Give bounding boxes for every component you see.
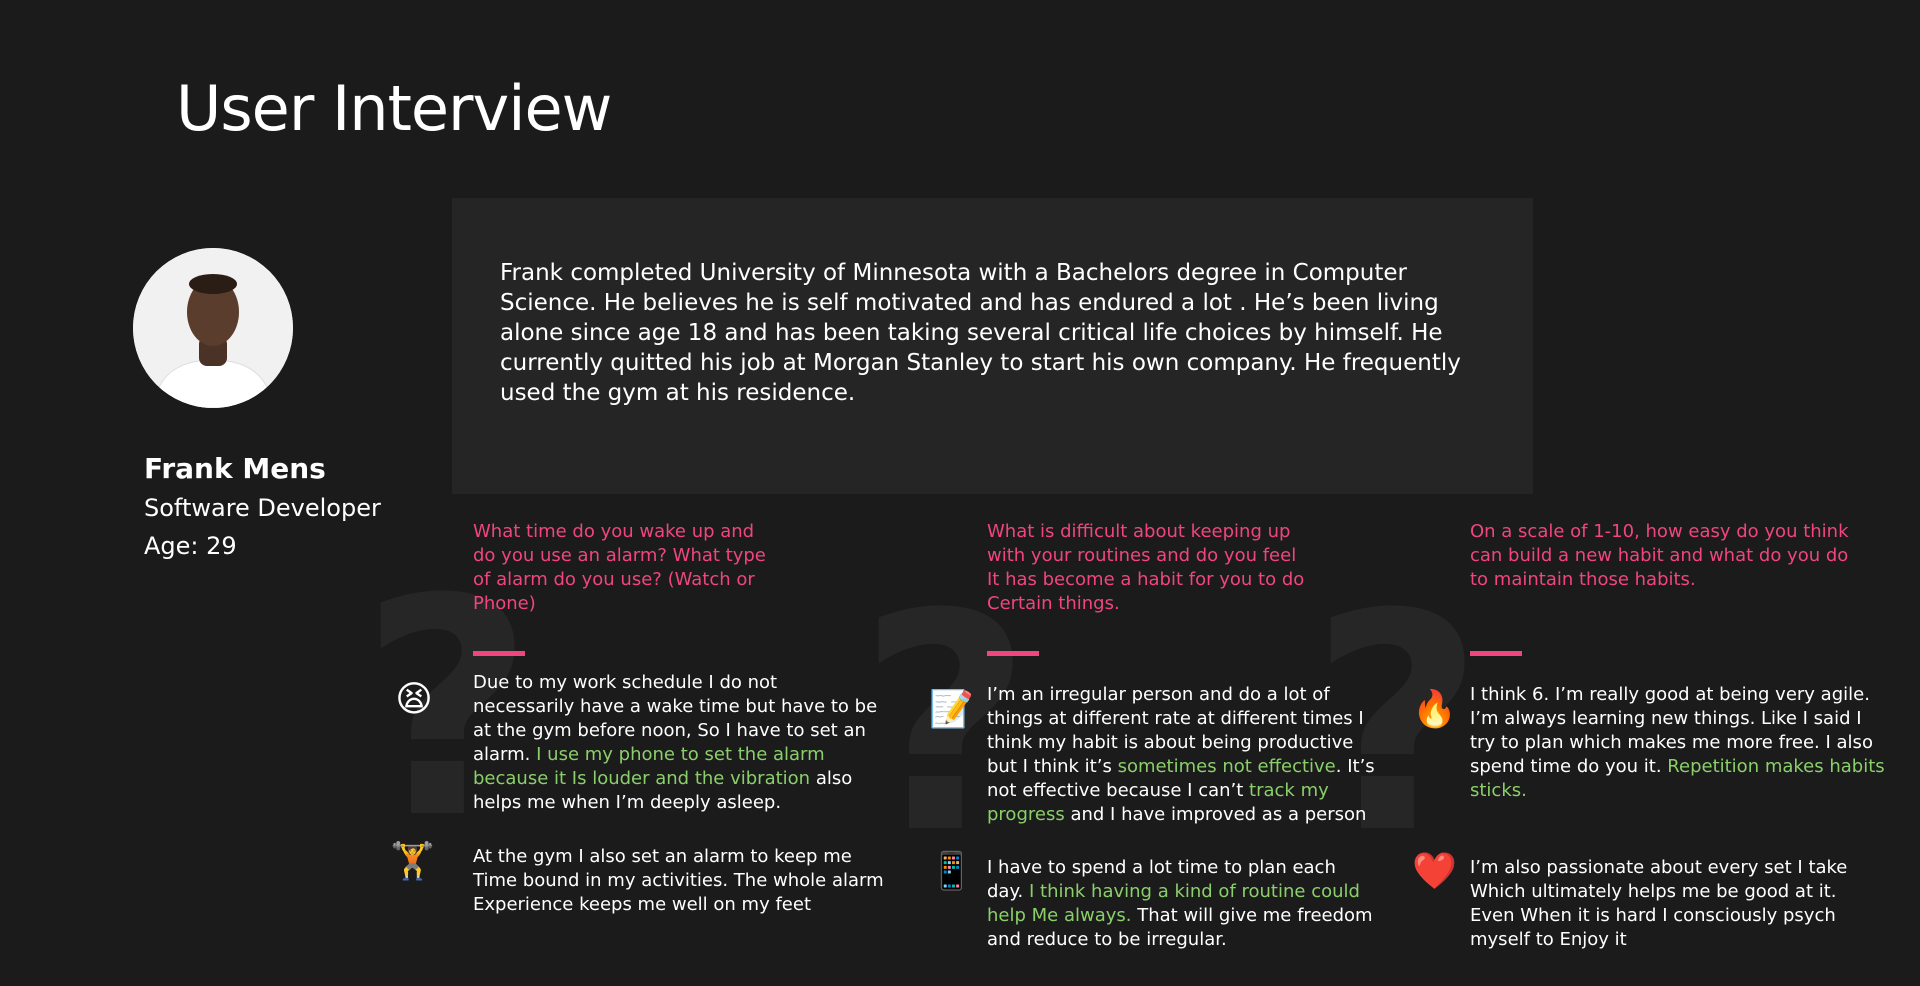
- tired-face-icon: 😫: [395, 679, 433, 720]
- question-2: What is difficult about keeping up with …: [987, 521, 1305, 614]
- answer-1-1: Due to my work schedule I do not necessa…: [473, 671, 883, 815]
- person-photo-icon: [133, 248, 293, 408]
- answer-highlight: sometimes not effective: [1117, 756, 1336, 777]
- fire-icon: 🔥: [1412, 689, 1457, 730]
- bio-text: Frank completed University of Minnesota …: [500, 260, 1461, 406]
- answer-text: and I have improved as a person: [1070, 804, 1367, 825]
- answer-text: I’m also passionate about every set I ta…: [1470, 857, 1848, 950]
- question-divider: [473, 651, 525, 656]
- answer-text: At the gym I also set an alarm to keep m…: [473, 846, 884, 915]
- mobile-phone-icon: 📱: [929, 851, 974, 892]
- bio-card: Frank completed University of Minnesota …: [452, 198, 1533, 494]
- question-1: What time do you wake up and do you use …: [473, 521, 766, 614]
- profile-role: Software Developer: [144, 494, 381, 522]
- profile-name: Frank Mens: [144, 452, 326, 485]
- answer-1-2: At the gym I also set an alarm to keep m…: [473, 845, 893, 917]
- answer-3-2: I’m also passionate about every set I ta…: [1470, 856, 1880, 952]
- answer-2-2: I have to spend a lot time to plan each …: [987, 856, 1377, 952]
- red-heart-icon: ❤️: [1412, 851, 1457, 892]
- profile-age: Age: 29: [144, 532, 237, 560]
- avatar: [133, 248, 293, 408]
- question-divider: [987, 651, 1039, 656]
- question-3: On a scale of 1-10, how easy do you thin…: [1470, 521, 1849, 590]
- answer-2-1: I’m an irregular person and do a lot of …: [987, 683, 1377, 827]
- answer-3-1: I think 6. I’m really good at being very…: [1470, 683, 1890, 803]
- page-title: User Interview: [176, 72, 612, 145]
- memo-icon: 📝: [929, 689, 974, 730]
- question-divider: [1470, 651, 1522, 656]
- weightlifter-icon: 🏋️: [390, 841, 435, 882]
